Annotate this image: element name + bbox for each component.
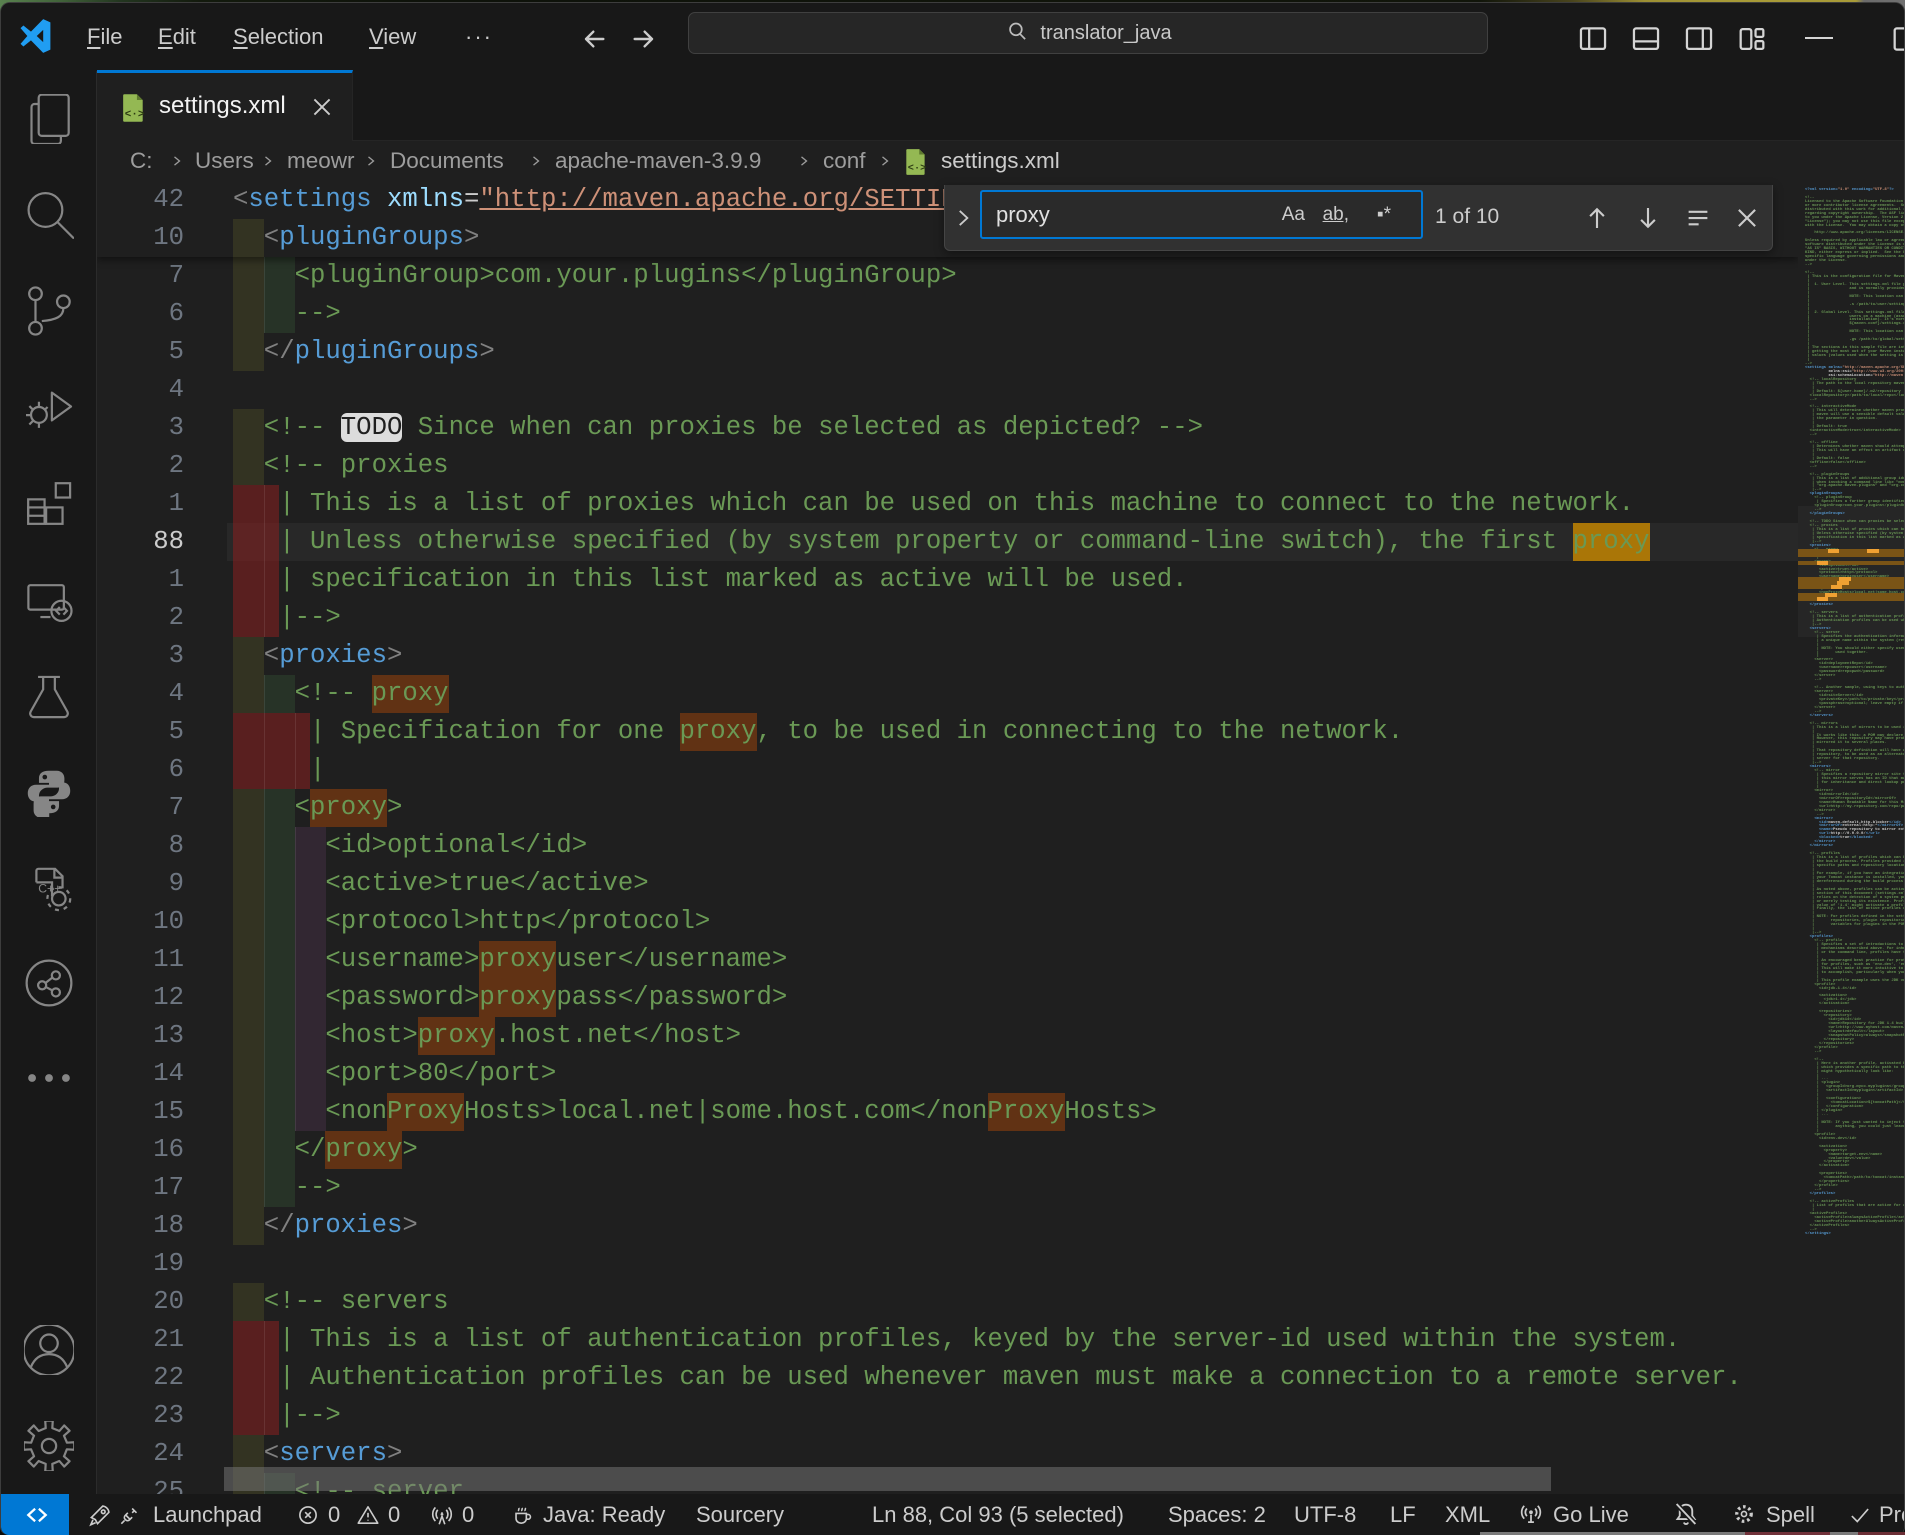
svg-text:<·>: <·> — [908, 163, 926, 175]
svg-text:C++: C++ — [38, 882, 61, 896]
svg-text:<·>: <·> — [125, 109, 145, 121]
